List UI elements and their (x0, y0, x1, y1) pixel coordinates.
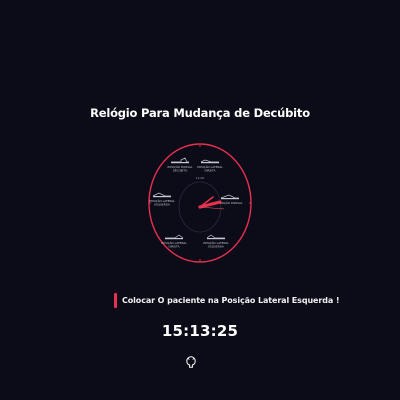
instruction-accent-bar (114, 293, 117, 308)
page: Relógio Para Mudança de Decúbito 12:00 P… (0, 0, 400, 400)
position-label: ESQUERDA (208, 245, 224, 249)
github-icon[interactable] (186, 353, 196, 368)
page-title: Relógio Para Mudança de Decúbito (90, 106, 310, 120)
bed-icon (171, 157, 189, 164)
second-hand (199, 206, 225, 210)
clock-twelve-mark: 12:00 (196, 176, 205, 180)
instruction-message: Colocar O paciente na Posição Lateral Es… (122, 296, 340, 305)
clock-tick (199, 259, 201, 261)
position-label: DIREITA (205, 169, 216, 173)
instruction-banner: Colocar O paciente na Posição Lateral Es… (114, 293, 339, 308)
bed-icon (206, 234, 225, 240)
position-label: ESQUERDA (154, 203, 170, 207)
position-label: DECUBITO (173, 169, 188, 173)
bed-icon (152, 192, 171, 198)
current-time: 15:13:25 (161, 322, 239, 340)
clock-tick (249, 202, 251, 204)
decubitus-clock: 12:00 POSIÇÃO DORSAL DECUBITO POSIÇÃO LA… (145, 140, 255, 266)
clock-center (198, 205, 202, 209)
clock-tick (199, 145, 201, 147)
bed-icon (200, 159, 219, 164)
bed-icon (165, 234, 184, 240)
position-label: DIREITA (169, 245, 180, 249)
bed-icon (220, 194, 239, 200)
